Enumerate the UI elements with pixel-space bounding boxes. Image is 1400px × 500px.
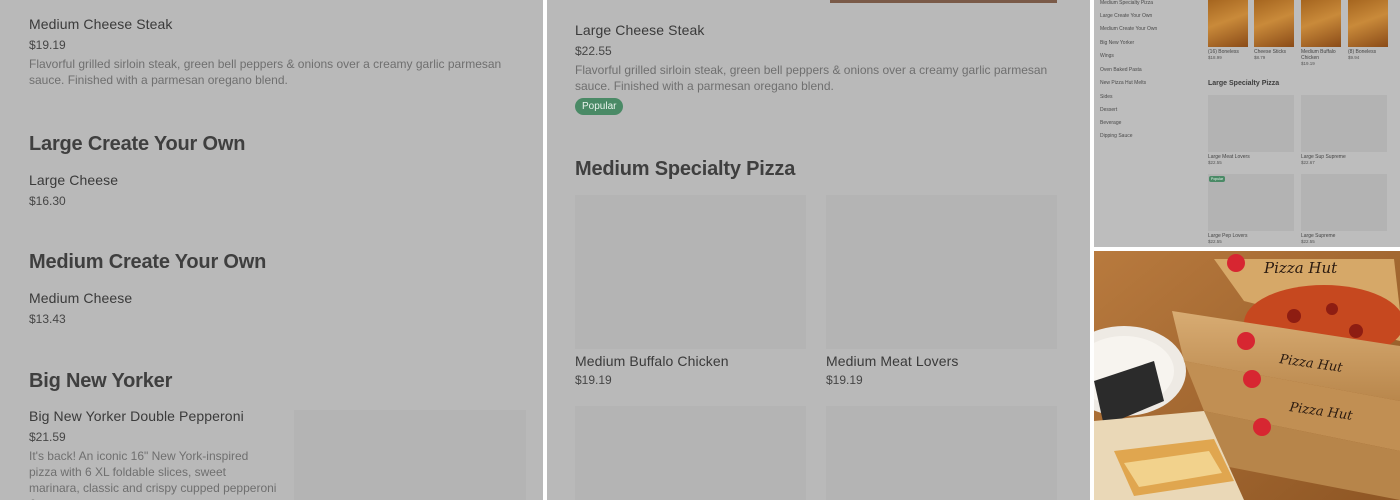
pizza-card-price: $19.19 (826, 373, 863, 387)
pizza-card-name: Medium Meat Lovers (826, 353, 959, 369)
pizza-hut-logo (1237, 332, 1255, 350)
mini-card-price: $9.94 (1348, 55, 1360, 60)
pepperoni (1326, 303, 1338, 315)
pepperoni (1349, 324, 1363, 338)
menu-item-large-cheese-steak[interactable]: Large Cheese Steak $22.55 Flavorful gril… (575, 22, 1065, 115)
mini-card-image (1208, 95, 1294, 152)
mini-card[interactable]: Medium Buffalo Chicken $19.19 (1301, 0, 1341, 66)
category-nav-item[interactable]: Sides (1100, 94, 1113, 100)
item-image-placeholder (294, 410, 526, 500)
mini-card-image: Popular (1208, 174, 1294, 231)
menu-item-big-new-yorker-double-pepperoni[interactable]: Big New Yorker Double Pepperoni $21.59 I… (29, 408, 529, 500)
pizza-card-medium-buffalo-chicken[interactable]: Medium Buffalo Chicken $19.19 (575, 195, 806, 387)
category-nav-item[interactable]: New Pizza Hut Melts (1100, 80, 1146, 86)
item-name: Medium Cheese Steak (29, 16, 173, 32)
category-nav-item[interactable]: Beverage (1100, 120, 1121, 126)
mini-card-name: Medium Buffalo Chicken (1301, 49, 1336, 61)
mini-card[interactable]: Large Meat Lovers $22.55 (1208, 95, 1294, 165)
item-price: $13.43 (29, 312, 66, 326)
mini-card-price: $22.55 (1208, 239, 1222, 244)
item-name: Large Cheese (29, 172, 119, 188)
item-description: Flavorful grilled sirloin steak, green b… (575, 63, 1048, 93)
mini-popular-badge: Popular (1209, 176, 1226, 182)
pizza-hut-logo (1227, 254, 1245, 272)
mini-card-image (1301, 95, 1387, 152)
pepperoni (1287, 309, 1301, 323)
pizza-card-image[interactable] (575, 406, 806, 500)
item-name: Large Cheese Steak (575, 22, 705, 38)
category-nav-item[interactable]: Medium Specialty Pizza (1100, 0, 1153, 6)
mini-card-image (1301, 174, 1387, 231)
pizza-card-price: $19.19 (575, 373, 612, 387)
item-price: $16.30 (29, 194, 66, 208)
pizza-card-image (826, 195, 1057, 349)
pizza-box-illustration: Pizza Hut Pizza Hut Pizza Hut (1094, 251, 1400, 500)
category-nav-item[interactable]: Large Create Your Own (1100, 13, 1152, 19)
item-description: It's back! An iconic 16" New York-inspir… (29, 449, 277, 500)
mini-card-price: $22.55 (1301, 239, 1315, 244)
mini-card[interactable]: Cheese Sticks $8.79 (1254, 0, 1294, 60)
item-price: $22.55 (575, 44, 612, 58)
mini-card-price: $19.19 (1301, 61, 1315, 66)
menu-item-medium-cheese-steak[interactable]: Medium Cheese Steak $19.19 Flavorful gri… (29, 16, 519, 88)
mini-card-price: $22.67 (1301, 160, 1315, 165)
mini-card-image (1208, 0, 1248, 47)
category-nav-item[interactable]: Dipping Sauce (1100, 133, 1133, 139)
pizza-card-medium-meat-lovers[interactable]: Medium Meat Lovers $19.19 (826, 195, 1057, 387)
item-name: Big New Yorker Double Pepperoni (29, 408, 244, 424)
item-price: $21.59 (29, 430, 66, 444)
mini-card-image (1254, 0, 1294, 47)
left-menu-panel: Medium Cheese Steak $19.19 Flavorful gri… (0, 0, 543, 500)
pizza-hut-logo (1243, 370, 1261, 388)
mini-card[interactable]: Large Supreme $22.55 (1301, 174, 1387, 244)
mini-card[interactable]: Popular Large Pep Lovers $22.55 (1208, 174, 1294, 244)
section-title-medium-specialty-pizza: Medium Specialty Pizza (575, 158, 796, 180)
pizza-box-photo: Pizza Hut Pizza Hut Pizza Hut (1094, 251, 1400, 500)
middle-menu-panel: Large Cheese Steak $22.55 Flavorful gril… (547, 0, 1090, 500)
category-nav-item[interactable]: Big New Yorker (1100, 40, 1134, 46)
popular-badge: Popular (575, 98, 624, 115)
category-nav-item[interactable]: Wings (1100, 53, 1114, 59)
section-title-medium-create-your-own: Medium Create Your Own (29, 251, 267, 273)
section-title-large-create-your-own: Large Create Your Own (29, 133, 246, 155)
brand-wordmark: Pizza Hut (1263, 259, 1338, 277)
menu-item-large-cheese[interactable]: Large Cheese $16.30 (29, 172, 329, 208)
pizza-card-image (575, 195, 806, 349)
mini-card-price: $8.79 (1254, 55, 1266, 60)
item-name: Medium Cheese (29, 290, 133, 306)
pizza-card-name: Medium Buffalo Chicken (575, 353, 729, 369)
item-description: Flavorful grilled sirloin steak, green b… (29, 57, 502, 87)
mini-card[interactable]: (16) Boneless $18.99 (1208, 0, 1248, 60)
mini-card[interactable]: (8) Boneless $9.94 (1348, 0, 1388, 60)
mini-section-title: Large Specialty Pizza (1208, 80, 1280, 87)
mini-card-image (1348, 0, 1388, 47)
category-nav-item[interactable]: Medium Create Your Own (1100, 26, 1157, 32)
menu-thumbnail-panel: Medium Specialty Pizza Large Create Your… (1094, 0, 1400, 247)
section-title-big-new-yorker: Big New Yorker (29, 370, 173, 392)
category-nav-item[interactable]: Dessert (1100, 107, 1117, 113)
mini-card-price: $22.55 (1208, 160, 1222, 165)
item-image-edge (830, 0, 1057, 3)
menu-item-medium-cheese[interactable]: Medium Cheese $13.43 (29, 290, 329, 326)
pizza-hut-logo (1253, 418, 1271, 436)
mini-card[interactable]: Large Sup Supreme $22.67 (1301, 95, 1387, 165)
mini-card-price: $18.99 (1208, 55, 1222, 60)
category-nav-item[interactable]: Oven Baked Pasta (1100, 67, 1142, 73)
item-price: $19.19 (29, 38, 66, 52)
mini-card-image (1301, 0, 1341, 47)
pizza-card-image[interactable] (826, 406, 1057, 500)
